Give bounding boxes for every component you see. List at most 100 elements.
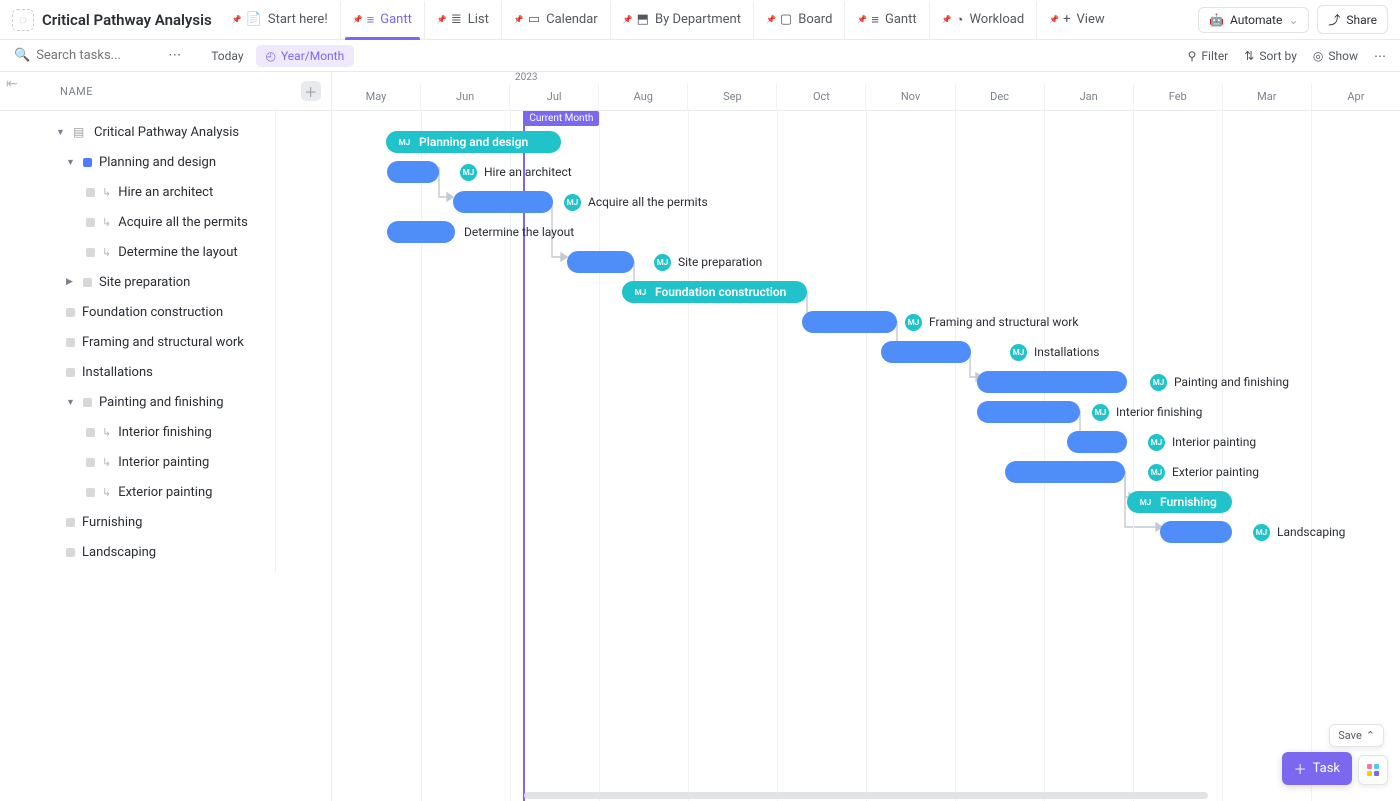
gantt-row: MJFurnishing (332, 487, 1400, 517)
tree-row[interactable]: ↳Determine the layout (0, 237, 331, 267)
share-button[interactable]: ⤴ Share (1317, 5, 1388, 34)
gantt-bar[interactable] (1067, 431, 1127, 453)
view-tab-start-here-[interactable]: 📌📄Start here! (220, 1, 340, 39)
gantt-bar[interactable] (1160, 521, 1232, 543)
assignee-avatar[interactable]: MJ (1137, 494, 1154, 511)
assignee-avatar[interactable]: MJ (654, 254, 671, 271)
add-column-button[interactable]: ＋ (301, 81, 321, 101)
view-tab-gantt[interactable]: 📌≡Gantt (844, 1, 928, 39)
search-more-icon[interactable]: ⋯ (168, 48, 181, 63)
view-tab-workload[interactable]: 📌◔Workload (929, 1, 1037, 39)
tree-row[interactable]: ▼Planning and design (0, 147, 331, 177)
status-icon (86, 248, 95, 257)
toolbar-more-icon[interactable]: ⋯ (1374, 49, 1386, 63)
view-tab-board[interactable]: 📌▢Board (753, 1, 844, 39)
gantt-bar[interactable] (977, 371, 1127, 393)
tree-row[interactable]: ▶ Site preparation (0, 267, 331, 297)
tree-row[interactable]: Foundation construction (0, 297, 331, 327)
space-icon[interactable]: ◌ (12, 9, 34, 31)
tree-label: Site preparation (99, 275, 190, 290)
tree-row[interactable]: ↳Acquire all the permits (0, 207, 331, 237)
tab-icon: ▭ (528, 12, 540, 27)
tree-row[interactable]: Furnishing (0, 507, 331, 537)
pin-icon: 📌 (353, 15, 363, 24)
save-button[interactable]: Save⌃ (1329, 724, 1384, 747)
assignee-avatar[interactable]: MJ (1148, 464, 1165, 481)
tree-row[interactable]: ▼Painting and finishing (0, 387, 331, 417)
tree-row[interactable]: Framing and structural work (0, 327, 331, 357)
caret-icon[interactable]: ▼ (66, 157, 76, 168)
today-button[interactable]: Today (211, 49, 243, 63)
tree-label: Landscaping (82, 545, 156, 560)
assignee-avatar[interactable]: MJ (396, 134, 413, 151)
gantt-bar[interactable] (881, 341, 971, 363)
assignee-avatar[interactable]: MJ (460, 164, 477, 181)
assignee-avatar[interactable]: MJ (1148, 434, 1165, 451)
tree-label: Exterior painting (118, 485, 212, 500)
show-button[interactable]: ◎Show (1313, 49, 1358, 63)
clock-icon: ◴ (266, 49, 276, 63)
month-header: Sep (687, 84, 776, 110)
bar-label-outside: MJPainting and finishing (1150, 374, 1289, 391)
caret-icon[interactable]: ▼ (56, 127, 66, 138)
apps-button[interactable] (1358, 755, 1388, 785)
assignee-avatar[interactable]: MJ (1150, 374, 1167, 391)
assignee-avatar[interactable]: MJ (564, 194, 581, 211)
subtask-icon: ↳ (102, 456, 111, 469)
gantt-bar[interactable] (387, 221, 455, 243)
tree-row[interactable]: ↳Exterior painting (0, 477, 331, 507)
filter-button[interactable]: ⚲Filter (1188, 49, 1229, 63)
gantt-body[interactable]: Current MonthMJPlanning and designMJHire… (332, 111, 1400, 801)
horizontal-scrollbar[interactable] (332, 789, 1400, 801)
assignee-avatar[interactable]: MJ (1092, 404, 1109, 421)
gantt-bar[interactable] (977, 401, 1080, 423)
tree-label: Critical Pathway Analysis (94, 125, 239, 140)
gantt-row: MJInterior finishing (332, 397, 1400, 427)
assignee-avatar[interactable]: MJ (632, 284, 649, 301)
gantt-row: MJExterior painting (332, 457, 1400, 487)
bar-label: Foundation construction (655, 285, 786, 299)
topbar: ◌ Critical Pathway Analysis 📌📄Start here… (0, 0, 1400, 40)
gantt-bar[interactable]: MJ Foundation construction (622, 281, 807, 303)
gantt-bar[interactable] (567, 251, 634, 273)
pin-icon: 📌 (437, 15, 447, 24)
search-input[interactable] (36, 48, 156, 63)
tree-row[interactable]: Landscaping (0, 537, 331, 567)
status-icon (66, 308, 75, 317)
caret-icon[interactable]: ▶ (66, 277, 76, 287)
bar-label-outside: MJInterior finishing (1092, 404, 1202, 421)
pin-icon: 📌 (766, 15, 776, 24)
status-icon (66, 518, 75, 527)
status-icon (86, 188, 95, 197)
gantt-bar[interactable] (1005, 461, 1125, 483)
sort-button[interactable]: ⇅Sort by (1244, 49, 1297, 63)
current-month-tag: Current Month (523, 111, 599, 126)
view-tab-by-department[interactable]: 📌⬒By Department (610, 1, 753, 39)
zoom-selector[interactable]: ◴ Year/Month (256, 45, 355, 67)
tree-row[interactable]: Installations (0, 357, 331, 387)
gantt-bar[interactable]: MJ Planning and design (386, 131, 561, 153)
new-task-button[interactable]: ＋Task (1282, 752, 1352, 785)
caret-icon[interactable]: ▼ (66, 397, 76, 408)
automate-button[interactable]: 🤖 Automate ⌄ (1198, 7, 1309, 33)
page-title: Critical Pathway Analysis (42, 11, 212, 29)
tree-row[interactable]: ▼▤Critical Pathway Analysis (0, 117, 331, 147)
view-tab-view[interactable]: 📌+View (1036, 1, 1116, 39)
tree-row[interactable]: ↳Hire an architect (0, 177, 331, 207)
gantt-bar[interactable] (802, 311, 897, 333)
view-tab-list[interactable]: 📌≣List (424, 1, 501, 39)
assignee-avatar[interactable]: MJ (1010, 344, 1027, 361)
tree-row[interactable]: ↳Interior finishing (0, 417, 331, 447)
sort-icon: ⇅ (1244, 49, 1254, 63)
gantt-bar[interactable] (387, 161, 439, 183)
bar-label: Planning and design (419, 135, 528, 149)
assignee-avatar[interactable]: MJ (1253, 524, 1270, 541)
view-tab-calendar[interactable]: 📌▭Calendar (501, 1, 610, 39)
subtask-icon: ↳ (102, 186, 111, 199)
assignee-avatar[interactable]: MJ (905, 314, 922, 331)
search-input-wrap[interactable]: 🔍 (14, 48, 156, 63)
view-tab-gantt[interactable]: 📌≡Gantt (340, 1, 424, 39)
tree-row[interactable]: ↳Interior painting (0, 447, 331, 477)
gantt-bar[interactable]: MJFurnishing (1127, 491, 1232, 513)
gantt-bar[interactable] (453, 191, 553, 213)
